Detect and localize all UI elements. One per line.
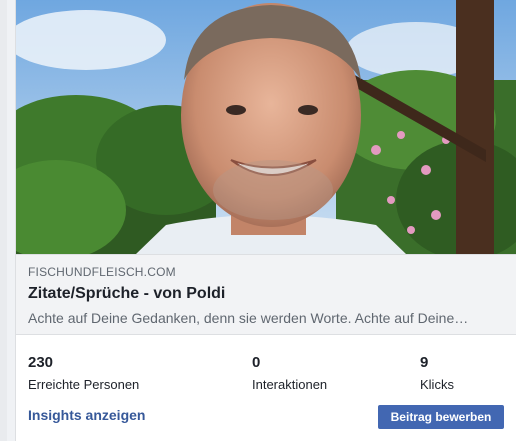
boost-post-button[interactable]: Beitrag bewerben [378, 405, 504, 429]
link-preview-box[interactable]: FISCHUNDFLEISCH.COM Zitate/Sprüche - von… [16, 254, 516, 335]
link-preview-image[interactable] [16, 0, 516, 254]
stat-clicks-value: 9 [420, 354, 429, 371]
left-page-edge [0, 0, 7, 441]
link-title[interactable]: Zitate/Sprüche - von Poldi [28, 284, 506, 304]
stat-clicks-label: Klicks [420, 377, 454, 392]
view-insights-link[interactable]: Insights anzeigen [28, 407, 145, 423]
stat-engagement: 0 Interaktionen [252, 354, 327, 394]
stat-reach-value: 230 [28, 354, 54, 371]
post-stage: FISCHUNDFLEISCH.COM Zitate/Sprüche - von… [0, 0, 516, 441]
post-stats: 230 Erreichte Personen 0 Interaktionen 9… [16, 346, 516, 396]
link-domain: FISCHUNDFLEISCH.COM [28, 265, 176, 279]
stat-engagement-label: Interaktionen [252, 377, 328, 392]
portrait-photo [16, 0, 516, 254]
stat-clicks: 9 Klicks [420, 354, 454, 394]
stat-reach: 230 Erreichte Personen [28, 354, 139, 394]
post-card: FISCHUNDFLEISCH.COM Zitate/Sprüche - von… [15, 0, 516, 441]
stat-reach-label: Erreichte Personen [28, 377, 140, 392]
link-description: Achte auf Deine Gedanken, denn sie werde… [28, 310, 469, 326]
stat-engagement-value: 0 [252, 354, 261, 371]
post-footer: Insights anzeigen Beitrag bewerben [16, 400, 516, 434]
